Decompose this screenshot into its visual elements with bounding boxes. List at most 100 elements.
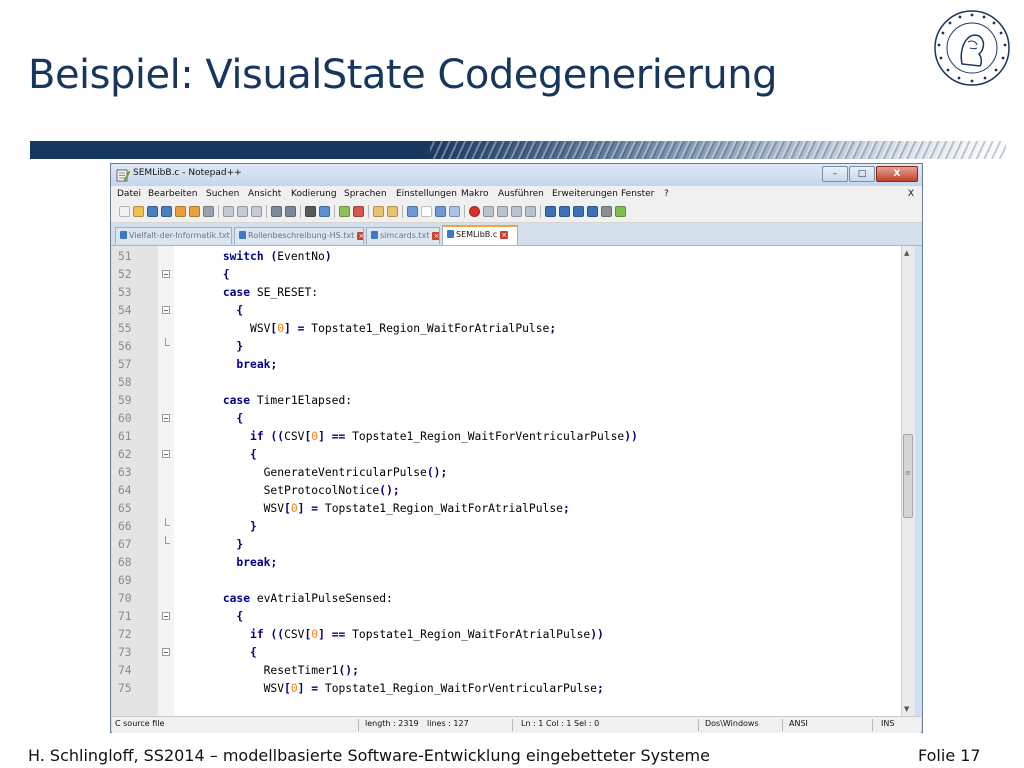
close-button[interactable]: X	[876, 166, 918, 182]
code-line[interactable]: 68 break;	[112, 554, 911, 572]
code-line[interactable]: 75 WSV[0] = Topstate1_Region_WaitForVent…	[112, 680, 911, 698]
cut-icon[interactable]	[223, 206, 234, 217]
open-file-icon[interactable]	[133, 206, 144, 217]
scroll-grip-icon: ≡	[905, 469, 911, 477]
code-line[interactable]: 62 {	[112, 446, 911, 464]
code-line[interactable]: 54 {	[112, 302, 911, 320]
save-icon[interactable]	[147, 206, 158, 217]
fold-end-marker	[165, 338, 170, 346]
new-file-icon[interactable]	[119, 206, 130, 217]
find-icon[interactable]	[305, 206, 316, 217]
maximize-button[interactable]: □	[849, 166, 875, 182]
code-line[interactable]: 74 ResetTimer1();	[112, 662, 911, 680]
indent-guide-icon[interactable]	[435, 206, 446, 217]
code-line[interactable]: 59 case Timer1Elapsed:	[112, 392, 911, 410]
scrollbar-thumb[interactable]: ≡	[903, 434, 913, 518]
replace-icon[interactable]	[319, 206, 330, 217]
fold-toggle-icon[interactable]	[162, 414, 170, 422]
code-line[interactable]: 52 {	[112, 266, 911, 284]
zoom-in-icon[interactable]	[339, 206, 350, 217]
menu-einstellungen[interactable]: Einstellungen	[396, 189, 457, 199]
save-all-icon[interactable]	[161, 206, 172, 217]
menu-fenster[interactable]: Fenster	[621, 189, 654, 199]
menu-ansicht[interactable]: Ansicht	[248, 189, 281, 199]
code-line[interactable]: 66 }	[112, 518, 911, 536]
code-line[interactable]: 57 break;	[112, 356, 911, 374]
plugin-icon[interactable]	[601, 206, 612, 217]
scroll-down-arrow-icon[interactable]: ▼	[904, 705, 909, 713]
code-line[interactable]: 70 case evAtrialPulseSensed:	[112, 590, 911, 608]
zoom-out-icon[interactable]	[353, 206, 364, 217]
code-line[interactable]: 51 switch (EventNo)	[112, 248, 911, 266]
status-encoding[interactable]: ANSI	[786, 719, 808, 731]
code-text: }	[236, 538, 244, 551]
tab-simcards[interactable]: simcards.txt ×	[366, 227, 440, 244]
arrow-down-icon[interactable]	[573, 206, 584, 217]
code-line[interactable]: 69	[112, 572, 911, 590]
code-line[interactable]: 60 {	[112, 410, 911, 428]
code-line[interactable]: 72 if ((CSV[0] == Topstate1_Region_WaitF…	[112, 626, 911, 644]
redo-icon[interactable]	[285, 206, 296, 217]
close-tab-icon[interactable]: ×	[500, 231, 509, 239]
code-line[interactable]: 53 case SE_RESET:	[112, 284, 911, 302]
scroll-up-arrow-icon[interactable]: ▲	[904, 249, 909, 257]
code-line[interactable]: 71 {	[112, 608, 911, 626]
sync-horizontal-icon[interactable]	[387, 206, 398, 217]
code-line[interactable]: 56 }	[112, 338, 911, 356]
code-line[interactable]: 65 WSV[0] = Topstate1_Region_WaitForAtri…	[112, 500, 911, 518]
stop-macro-icon[interactable]	[483, 206, 494, 217]
code-line[interactable]: 55 WSV[0] = Topstate1_Region_WaitForAtri…	[112, 320, 911, 338]
menu-ausfuehren[interactable]: Ausführen	[498, 189, 544, 199]
show-all-chars-icon[interactable]	[421, 206, 432, 217]
menu-erweiterungen[interactable]: Erweiterungen	[552, 189, 618, 199]
status-eol-format[interactable]: Dos\Windows	[702, 719, 759, 731]
doc-map-icon[interactable]	[449, 206, 460, 217]
status-divider	[782, 719, 783, 731]
code-line[interactable]: 58	[112, 374, 911, 392]
fold-toggle-icon[interactable]	[162, 270, 170, 278]
record-macro-icon[interactable]	[469, 206, 480, 217]
menu-makro[interactable]: Makro	[461, 189, 489, 199]
fold-toggle-icon[interactable]	[162, 306, 170, 314]
undo-icon[interactable]	[271, 206, 282, 217]
fold-toggle-icon[interactable]	[162, 450, 170, 458]
code-editor[interactable]: 51 switch (EventNo) 52 {53 case SE_RESET:…	[112, 246, 911, 716]
menu-sprachen[interactable]: Sprachen	[344, 189, 387, 199]
play-macro-icon[interactable]	[497, 206, 508, 217]
status-insert-mode[interactable]: INS	[878, 719, 894, 731]
minimize-button[interactable]: –	[822, 166, 848, 182]
tab-rollenbeschreibung-hs[interactable]: Rollenbeschreibung-HS.txt ×	[234, 227, 364, 244]
code-line[interactable]: 64 SetProtocolNotice();	[112, 482, 911, 500]
fold-toggle-icon[interactable]	[162, 648, 170, 656]
paste-icon[interactable]	[251, 206, 262, 217]
compare-icon[interactable]	[587, 206, 598, 217]
word-wrap-icon[interactable]	[407, 206, 418, 217]
code-line[interactable]: 73 {	[112, 644, 911, 662]
code-line[interactable]: 61 if ((CSV[0] == Topstate1_Region_WaitF…	[112, 428, 911, 446]
save-macro-icon[interactable]	[525, 206, 536, 217]
vertical-scrollbar[interactable]: ▲ ≡ ▼	[901, 246, 915, 716]
sync-vertical-icon[interactable]	[373, 206, 384, 217]
run-macro-multiple-icon[interactable]	[511, 206, 522, 217]
tab-semlibb-c[interactable]: SEMLibB.c ×	[442, 225, 518, 245]
menu-kodierung[interactable]: Kodierung	[291, 189, 337, 199]
menu-help[interactable]: ?	[664, 189, 669, 199]
arrow-up-icon[interactable]	[559, 206, 570, 217]
copy-icon[interactable]	[237, 206, 248, 217]
code-line[interactable]: 67 }	[112, 536, 911, 554]
close-all-icon[interactable]	[189, 206, 200, 217]
close-tab-icon[interactable]: ×	[357, 232, 363, 240]
print-icon[interactable]	[203, 206, 214, 217]
function-list-icon[interactable]	[545, 206, 556, 217]
fold-toggle-icon[interactable]	[162, 612, 170, 620]
close-tab-icon[interactable]: ×	[432, 232, 439, 240]
close-document-button[interactable]: X	[908, 189, 914, 199]
code-line[interactable]: 63 GenerateVentricularPulse();	[112, 464, 911, 482]
window-titlebar[interactable]: SEMLibB.c - Notepad++ – □ X	[111, 164, 922, 186]
menu-bearbeiten[interactable]: Bearbeiten	[148, 189, 197, 199]
spell-check-icon[interactable]	[615, 206, 626, 217]
tab-vielfalt-der-informatik[interactable]: Vielfalt-der-Informatik.txt×	[115, 227, 232, 244]
menu-datei[interactable]: Datei	[117, 189, 141, 199]
close-file-icon[interactable]	[175, 206, 186, 217]
menu-suchen[interactable]: Suchen	[206, 189, 239, 199]
